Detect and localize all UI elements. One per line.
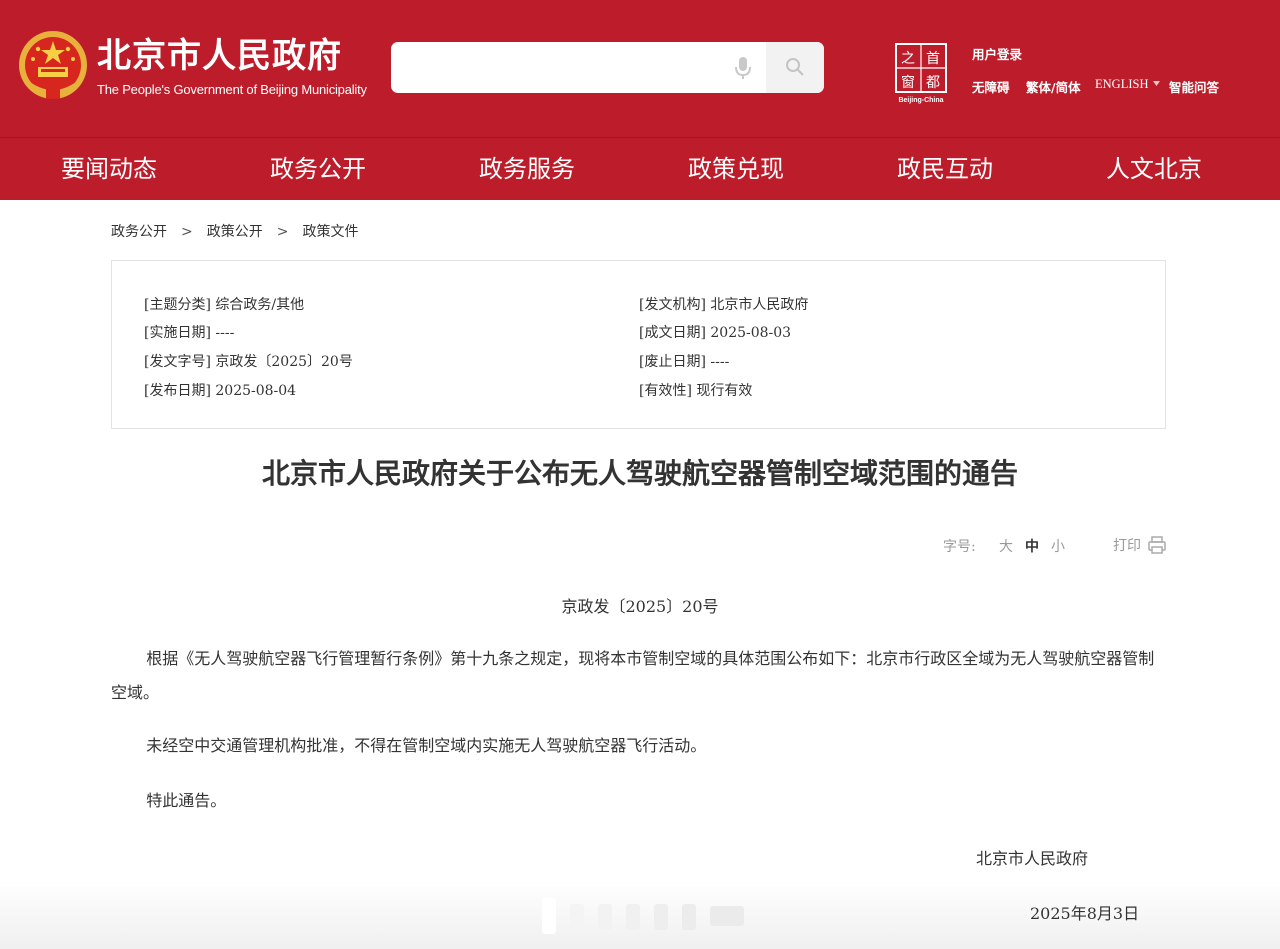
svg-text:Beijing-China: Beijing-China xyxy=(898,97,943,104)
microphone-icon[interactable] xyxy=(734,56,752,80)
font-size-medium[interactable]: 中 xyxy=(1025,536,1039,556)
font-size-small[interactable]: 小 xyxy=(1051,536,1065,556)
document-title: 北京市人民政府关于公布无人驾驶航空器管制空域范围的通告 xyxy=(261,457,1018,490)
nav-item-gov-affairs-open[interactable]: 政务公开 xyxy=(270,138,366,200)
smart-qa-link[interactable]: 智能问答 xyxy=(1169,77,1219,96)
meta-topic: [主题分类] 综合政务/其他 xyxy=(144,297,305,313)
accessibility-link[interactable]: 无障碍 xyxy=(972,77,1010,96)
document-meta-box xyxy=(111,260,1166,429)
paragraph: 特此通告。 xyxy=(146,791,227,810)
english-link[interactable]: ENGLISH xyxy=(1095,77,1148,92)
site-subtitle: The People's Government of Beijing Munic… xyxy=(97,82,367,97)
nav-item-gov-services[interactable]: 政务服务 xyxy=(479,138,575,200)
paragraph: 根据《无人驾驶航空器飞行管理暂行条例》第十九条之规定，现将本市管制空域的具体范围… xyxy=(111,649,1155,702)
main-nav: 要闻动态 政务公开 政务服务 政策兑现 政民互动 人文北京 xyxy=(0,137,1280,200)
svg-text:首: 首 xyxy=(926,51,940,67)
signature-date: 2025年8月3日 xyxy=(1030,904,1140,923)
meta-doc-number: [发文字号] 京政发〔2025〕20号 xyxy=(144,354,353,370)
nav-item-culture[interactable]: 人文北京 xyxy=(1106,138,1202,200)
meta-written-date: [成文日期] 2025-08-03 xyxy=(639,325,792,341)
breadcrumb-item[interactable]: 政务公开 xyxy=(111,221,167,241)
search-input[interactable] xyxy=(391,42,731,93)
login-link[interactable]: 用户登录 xyxy=(972,44,1022,63)
meta-issuer: [发文机构] 北京市人民政府 xyxy=(639,297,809,313)
svg-text:窗: 窗 xyxy=(901,74,915,91)
search-box xyxy=(391,42,824,93)
svg-text:之: 之 xyxy=(901,51,915,67)
site-title[interactable]: 北京市人民政府 xyxy=(97,34,342,78)
search-button[interactable] xyxy=(766,42,824,93)
nav-item-policy[interactable]: 政策兑现 xyxy=(688,138,784,200)
meta-expiry-date: [废止日期] ---- xyxy=(639,354,730,370)
breadcrumb-separator: > xyxy=(276,224,289,240)
print-label: 打印 xyxy=(1113,538,1141,554)
national-emblem-icon[interactable] xyxy=(16,27,90,103)
loading-indicator-icon xyxy=(542,898,744,934)
meta-publish-date: [发布日期] 2025-08-04 xyxy=(144,383,297,399)
nav-item-news[interactable]: 要闻动态 xyxy=(61,138,157,200)
document-number: 京政发〔2025〕20号 xyxy=(561,597,719,616)
signature-organization: 北京市人民政府 xyxy=(976,849,1089,868)
printer-icon xyxy=(1148,536,1166,554)
search-icon xyxy=(786,58,804,76)
font-size-label: 字号: xyxy=(943,539,976,555)
breadcrumb-item[interactable]: 政策文件 xyxy=(302,221,358,241)
font-size-large[interactable]: 大 xyxy=(999,536,1013,556)
dropdown-caret-icon[interactable] xyxy=(1153,81,1160,87)
paragraph: 未经空中交通管理机构批准，不得在管制空域内实施无人驾驶航空器飞行活动。 xyxy=(146,736,707,755)
meta-validity: [有效性] 现行有效 xyxy=(639,383,753,399)
breadcrumb: 政务公开 > 政策公开 > 政策文件 xyxy=(111,221,358,241)
meta-effective-date: [实施日期] ---- xyxy=(144,325,235,341)
traditional-simplified-link[interactable]: 繁体/简体 xyxy=(1026,77,1081,96)
breadcrumb-item[interactable]: 政策公开 xyxy=(207,221,263,241)
print-button[interactable]: 打印 xyxy=(1113,535,1166,555)
nav-item-interaction[interactable]: 政民互动 xyxy=(897,138,993,200)
capital-window-logo-icon[interactable]: 首 都 之 窗 Beijing-China xyxy=(893,42,949,104)
breadcrumb-separator: > xyxy=(181,224,193,240)
svg-text:都: 都 xyxy=(926,75,940,91)
